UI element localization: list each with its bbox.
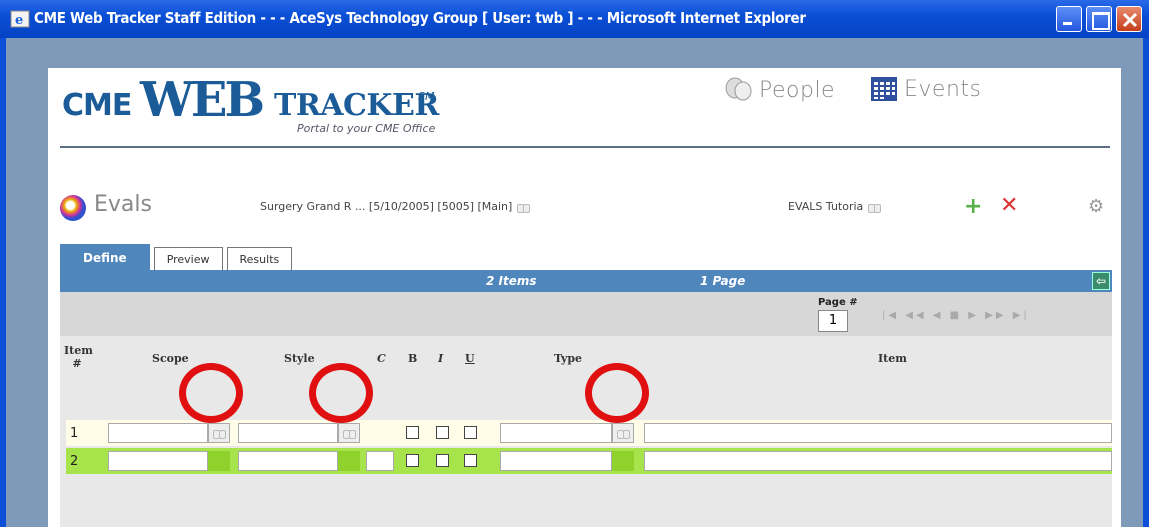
col-type: Type xyxy=(554,352,583,365)
current-eval-selector[interactable]: Surgery Grand R ... [5/10/2005] [5005] [… xyxy=(260,200,530,213)
style-lookup-button[interactable] xyxy=(338,451,360,471)
table-row[interactable]: 1 xyxy=(66,420,1112,446)
tutorial-name: EVALS Tutoria xyxy=(788,200,864,213)
col-item-number: Item # xyxy=(64,344,93,370)
tab-bar: Define Preview Results xyxy=(60,244,296,270)
logo-tracker: TRACKER xyxy=(274,88,439,123)
highlight-circle-style xyxy=(309,363,373,423)
calendar-icon xyxy=(871,77,897,101)
scope-lookup-button[interactable] xyxy=(208,423,230,443)
close-window-button[interactable] xyxy=(1116,6,1142,32)
col-scope: Scope xyxy=(152,352,189,365)
close-icon xyxy=(1122,12,1138,28)
nav-events[interactable]: Events xyxy=(870,76,982,102)
bold-checkbox[interactable] xyxy=(406,454,419,467)
window-title: CME Web Tracker Staff Edition - - - AceS… xyxy=(34,9,806,27)
binoculars-icon xyxy=(616,428,630,439)
window-titlebar: e CME Web Tracker Staff Edition - - - Ac… xyxy=(0,0,1149,38)
col-style: Style xyxy=(284,352,315,365)
tools-icon[interactable]: ⚙ xyxy=(1088,196,1104,217)
binoculars-icon[interactable] xyxy=(516,202,530,213)
delete-icon[interactable]: ✕ xyxy=(1000,195,1018,217)
col-bold: B xyxy=(408,352,418,365)
item-count: 2 Items xyxy=(486,274,537,288)
evals-section-label: Evals xyxy=(94,192,152,217)
type-lookup-button[interactable] xyxy=(612,451,634,471)
highlight-circle-scope xyxy=(179,363,243,423)
logo-service-mark: SM xyxy=(418,90,435,103)
underline-checkbox[interactable] xyxy=(464,454,477,467)
col-c: C xyxy=(377,352,386,365)
window-frame-right xyxy=(1143,38,1149,527)
type-lookup-button[interactable] xyxy=(612,423,634,443)
header-divider xyxy=(60,146,1110,148)
app-page: CME WEB TRACKER SM Portal to your CME Of… xyxy=(48,68,1121,527)
tab-define[interactable]: Define xyxy=(60,244,150,270)
svg-text:e: e xyxy=(15,13,23,28)
people-icon xyxy=(725,77,752,101)
nav-people[interactable]: People xyxy=(723,76,835,104)
maximize-button[interactable] xyxy=(1086,6,1112,32)
current-eval-name: Surgery Grand R ... [5/10/2005] [5005] [… xyxy=(260,200,513,213)
highlight-circle-type xyxy=(585,363,649,423)
pager-controls[interactable]: |◀ ◀◀ ◀ ■ ▶ ▶▶ ▶| xyxy=(882,310,1030,321)
summary-bar: 2 Items 1 Page ⇦ xyxy=(60,270,1112,292)
browser-viewport: CME WEB TRACKER SM Portal to your CME Of… xyxy=(6,38,1143,527)
back-arrow-icon[interactable]: ⇦ xyxy=(1092,272,1110,290)
binoculars-icon xyxy=(342,428,356,439)
minimize-button[interactable] xyxy=(1056,6,1082,32)
italic-checkbox[interactable] xyxy=(436,454,449,467)
page-count: 1 Page xyxy=(700,274,746,288)
style-field[interactable] xyxy=(238,451,338,471)
underline-checkbox[interactable] xyxy=(464,426,477,439)
color-field[interactable] xyxy=(366,451,394,471)
table-row[interactable]: 2 xyxy=(66,448,1112,474)
logo-tagline: Portal to your CME Office xyxy=(297,122,436,135)
style-field[interactable] xyxy=(238,423,338,443)
page-number-input[interactable]: 1 xyxy=(818,310,848,332)
style-lookup-button[interactable] xyxy=(338,423,360,443)
scope-lookup-button[interactable] xyxy=(208,451,230,471)
tab-results[interactable]: Results xyxy=(226,247,293,270)
page-number-label: Page # xyxy=(818,297,858,308)
internet-explorer-icon: e xyxy=(10,10,30,28)
col-item: Item xyxy=(878,352,907,365)
col-underline: U xyxy=(465,352,475,365)
type-field[interactable] xyxy=(500,423,612,443)
binoculars-icon xyxy=(212,428,226,439)
type-field[interactable] xyxy=(500,451,612,471)
binoculars-icon[interactable] xyxy=(867,202,881,213)
scope-field[interactable] xyxy=(108,451,208,471)
tab-preview[interactable]: Preview xyxy=(153,247,223,270)
row-number: 1 xyxy=(70,426,79,441)
logo-web: WEB xyxy=(140,72,265,128)
evals-icon xyxy=(60,195,86,221)
bold-checkbox[interactable] xyxy=(406,426,419,439)
nav-events-label: Events xyxy=(904,76,982,102)
pager-bar: Page # 1 |◀ ◀◀ ◀ ■ ▶ ▶▶ ▶| xyxy=(60,292,1112,336)
add-icon[interactable]: + xyxy=(964,196,982,218)
nav-people-label: People xyxy=(759,77,836,103)
col-italic: I xyxy=(438,352,444,365)
item-text-field[interactable] xyxy=(644,423,1112,443)
row-number: 2 xyxy=(70,454,79,469)
logo-cme: CME xyxy=(62,88,132,123)
tutorial-selector[interactable]: EVALS Tutoria xyxy=(788,200,881,213)
item-text-field[interactable] xyxy=(644,451,1112,471)
scope-field[interactable] xyxy=(108,423,208,443)
italic-checkbox[interactable] xyxy=(436,426,449,439)
